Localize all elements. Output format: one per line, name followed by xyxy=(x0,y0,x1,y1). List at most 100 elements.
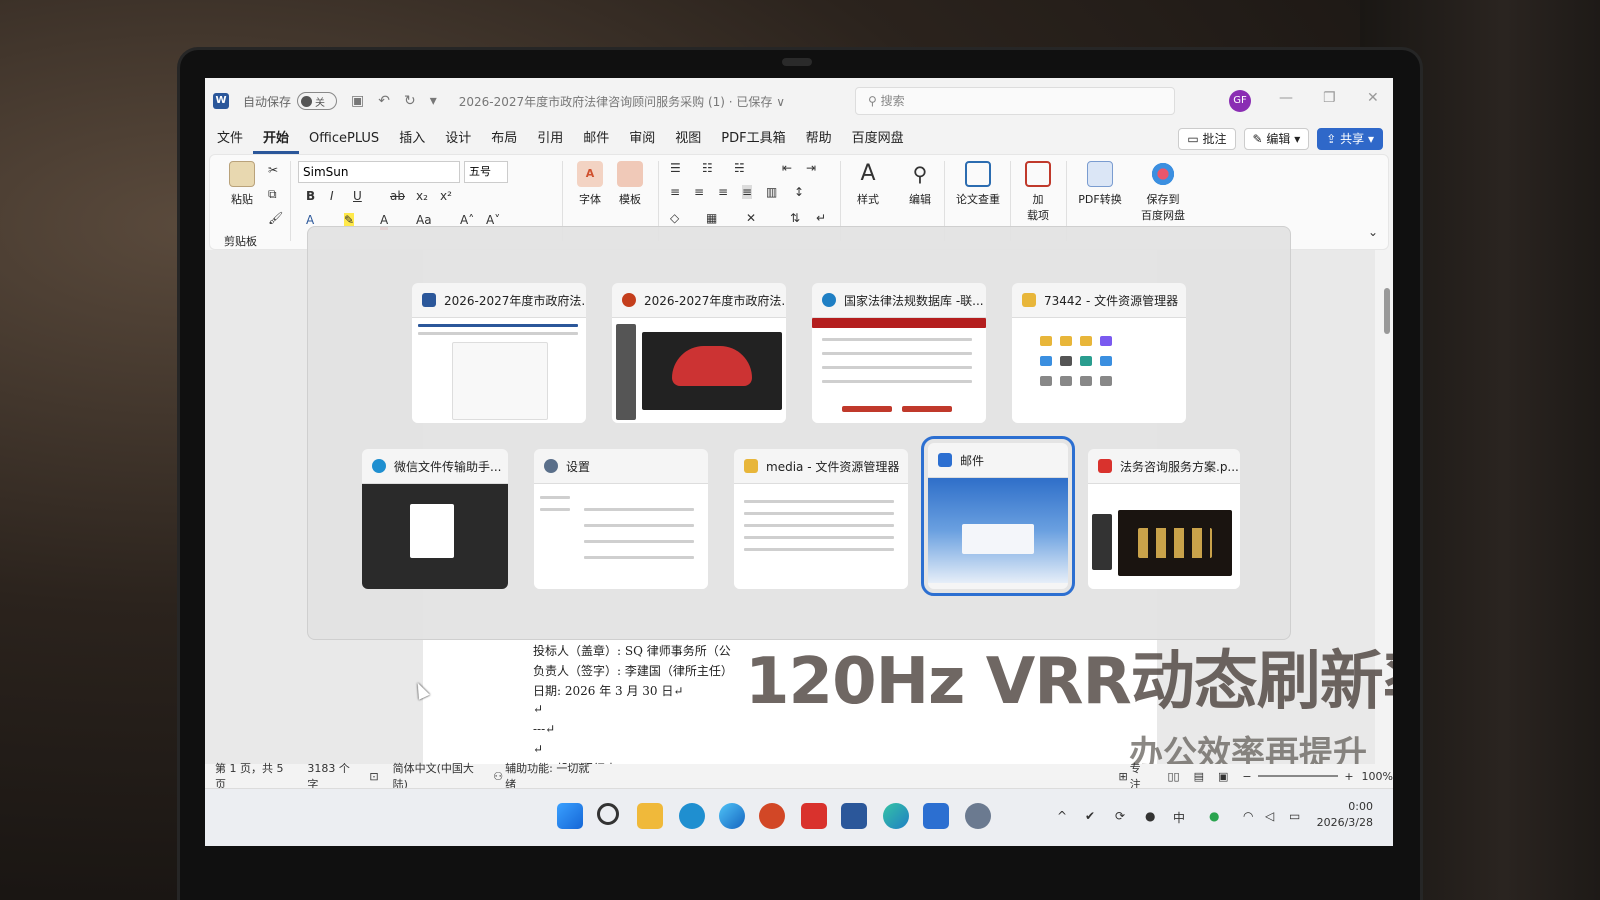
tab-review[interactable]: 审阅 xyxy=(619,124,665,154)
tab-layout[interactable]: 布局 xyxy=(481,124,527,154)
focus-icon[interactable]: ⊞ xyxy=(1119,770,1128,783)
tab-file[interactable]: 文件 xyxy=(207,124,253,154)
format-painter-icon[interactable]: 🖌 xyxy=(268,211,283,225)
tab-insert[interactable]: 插入 xyxy=(389,124,435,154)
superscript-icon[interactable]: x² xyxy=(440,189,452,203)
wechat-tray-icon[interactable]: ● xyxy=(1209,809,1219,823)
line-spacing-icon[interactable]: ↕ xyxy=(794,185,804,199)
bullets-icon[interactable]: ☰ xyxy=(670,161,681,175)
close-icon[interactable]: ✕ xyxy=(1367,90,1379,106)
mail-icon[interactable] xyxy=(923,803,949,829)
search-box[interactable]: ⚲ 搜索 xyxy=(855,87,1175,115)
window-card-mail[interactable]: 邮件 xyxy=(921,436,1075,596)
tab-home[interactable]: 开始 xyxy=(253,124,300,154)
settings-gear-icon[interactable] xyxy=(965,803,991,829)
accessibility-icon[interactable]: ⚇ xyxy=(493,770,503,783)
font-size-select[interactable]: 五号 xyxy=(464,161,508,183)
copy-icon[interactable]: ⧉ xyxy=(268,187,277,202)
tab-design[interactable]: 设计 xyxy=(435,124,481,154)
subscript-icon[interactable]: x₂ xyxy=(416,189,428,203)
minimize-icon[interactable]: — xyxy=(1279,90,1293,106)
file-explorer-icon[interactable] xyxy=(637,803,663,829)
sort-icon[interactable]: ⇅ xyxy=(790,211,800,225)
tab-help[interactable]: 帮助 xyxy=(796,124,842,154)
underline-icon[interactable]: U xyxy=(353,189,362,203)
grow-font-icon[interactable]: A˄ xyxy=(460,213,474,227)
show-marks-icon[interactable]: ↵ xyxy=(816,211,826,225)
vertical-scrollbar-thumb[interactable] xyxy=(1384,288,1390,334)
plagiarism-check-button[interactable]: 论文查重 xyxy=(952,161,1004,207)
borders-icon[interactable]: ▦ xyxy=(706,211,717,225)
copilot-icon[interactable] xyxy=(719,803,745,829)
print-layout-icon[interactable]: ▤ xyxy=(1194,770,1204,783)
template-button[interactable]: 模板 xyxy=(612,161,648,207)
window-card-wps-pdf[interactable]: 法务咨询服务方案.p... xyxy=(1088,449,1240,589)
numbering-icon[interactable]: ☷ xyxy=(702,161,713,175)
search-icon[interactable] xyxy=(597,803,619,825)
window-card-powerpoint[interactable]: 2026-2027年度市政府法... xyxy=(612,283,786,423)
word-icon[interactable] xyxy=(841,803,867,829)
align-right-icon[interactable]: ≡ xyxy=(718,185,728,199)
show-hidden-icons-icon[interactable]: ^ xyxy=(1057,809,1067,823)
italic-icon[interactable]: I xyxy=(330,189,334,203)
decrease-indent-icon[interactable]: ⇤ xyxy=(782,161,792,175)
redo-icon[interactable]: ↻ xyxy=(404,93,416,109)
zoom-level[interactable]: 100% xyxy=(1362,770,1393,783)
autosave-toggle[interactable]: 关 xyxy=(297,92,338,110)
highlight-icon[interactable]: ✎ xyxy=(344,213,355,227)
increase-indent-icon[interactable]: ⇥ xyxy=(806,161,816,175)
edit-mode-button[interactable]: ✎ 编辑 ▾ xyxy=(1243,128,1310,150)
wifi-icon[interactable]: ◠ xyxy=(1243,809,1253,823)
strikethrough-icon[interactable]: ab xyxy=(390,189,405,203)
wps-icon[interactable] xyxy=(801,803,827,829)
distributed-icon[interactable]: ▥ xyxy=(766,185,777,199)
multilevel-list-icon[interactable]: ☵ xyxy=(734,161,745,175)
tab-view[interactable]: 视图 xyxy=(665,124,711,154)
window-card-word[interactable]: 2026-2027年度市政府法... xyxy=(412,283,586,423)
align-left-icon[interactable]: ≡ xyxy=(670,185,680,199)
window-card-settings[interactable]: 设置 xyxy=(534,449,708,589)
start-icon[interactable] xyxy=(557,803,583,829)
text-effects-icon[interactable]: A xyxy=(306,213,314,227)
tab-baidu-pan[interactable]: 百度网盘 xyxy=(842,124,914,154)
comment-button[interactable]: ▭ 批注 xyxy=(1178,128,1236,150)
shading-icon[interactable]: ◇ xyxy=(670,211,679,225)
undo-icon[interactable]: ↶ xyxy=(378,93,390,109)
paste-button[interactable]: 粘贴 xyxy=(220,161,264,207)
volume-icon[interactable]: ◁ xyxy=(1265,809,1274,823)
window-card-explorer-73442[interactable]: 73442 - 文件资源管理器 xyxy=(1012,283,1186,423)
shrink-font-icon[interactable]: A˅ xyxy=(486,213,500,227)
web-layout-icon[interactable]: ▣ xyxy=(1218,770,1228,783)
microphone-icon[interactable]: ● xyxy=(1145,809,1155,823)
maximize-icon[interactable]: ❐ xyxy=(1323,90,1336,106)
font-name-select[interactable]: SimSun xyxy=(298,161,460,183)
edge-ai-icon[interactable] xyxy=(679,803,705,829)
clock[interactable]: 0:00 2026/3/28 xyxy=(1317,799,1373,831)
battery-icon[interactable]: ▭ xyxy=(1289,809,1300,823)
zoom-out-icon[interactable]: − xyxy=(1242,770,1251,783)
sync-tray-icon[interactable]: ⟳ xyxy=(1115,809,1125,823)
change-case-icon[interactable]: Aa xyxy=(416,213,432,227)
customize-qat-icon[interactable]: ▾ xyxy=(430,93,437,109)
wps-tray-icon[interactable]: ✔ xyxy=(1085,809,1095,823)
zoom-in-icon[interactable]: + xyxy=(1344,770,1353,783)
share-button[interactable]: ⇪ 共享 ▾ xyxy=(1317,128,1383,150)
bold-icon[interactable]: B xyxy=(306,189,315,203)
save-icon[interactable]: ▣ xyxy=(351,93,364,109)
zoom-slider[interactable] xyxy=(1257,775,1339,777)
proofing-icon[interactable]: ⊡ xyxy=(369,770,378,783)
save-to-baidu-button[interactable]: 保存到 百度网盘 xyxy=(1136,161,1190,223)
window-card-wechat[interactable]: 微信文件传输助手... xyxy=(362,449,508,589)
powerpoint-icon[interactable] xyxy=(759,803,785,829)
editing-button[interactable]: ⚲ 编辑 xyxy=(902,161,938,207)
document-title[interactable]: 2026-2027年度市政府法律咨询顾问服务采购 (1) · 已保存 ∨ xyxy=(459,93,785,110)
tab-officeplus[interactable]: OfficePLUS xyxy=(299,124,389,154)
collapse-ribbon-icon[interactable]: ⌄ xyxy=(1368,225,1378,239)
addins-button[interactable]: 加 载项 xyxy=(1018,161,1058,223)
edge-icon[interactable] xyxy=(883,803,909,829)
chinese-layout-icon[interactable]: ✕ xyxy=(746,211,756,225)
tab-pdf-toolbox[interactable]: PDF工具箱 xyxy=(711,124,795,154)
styles-button[interactable]: A 样式 xyxy=(850,161,886,207)
avatar[interactable]: GF xyxy=(1229,90,1251,112)
tab-mailings[interactable]: 邮件 xyxy=(573,124,619,154)
